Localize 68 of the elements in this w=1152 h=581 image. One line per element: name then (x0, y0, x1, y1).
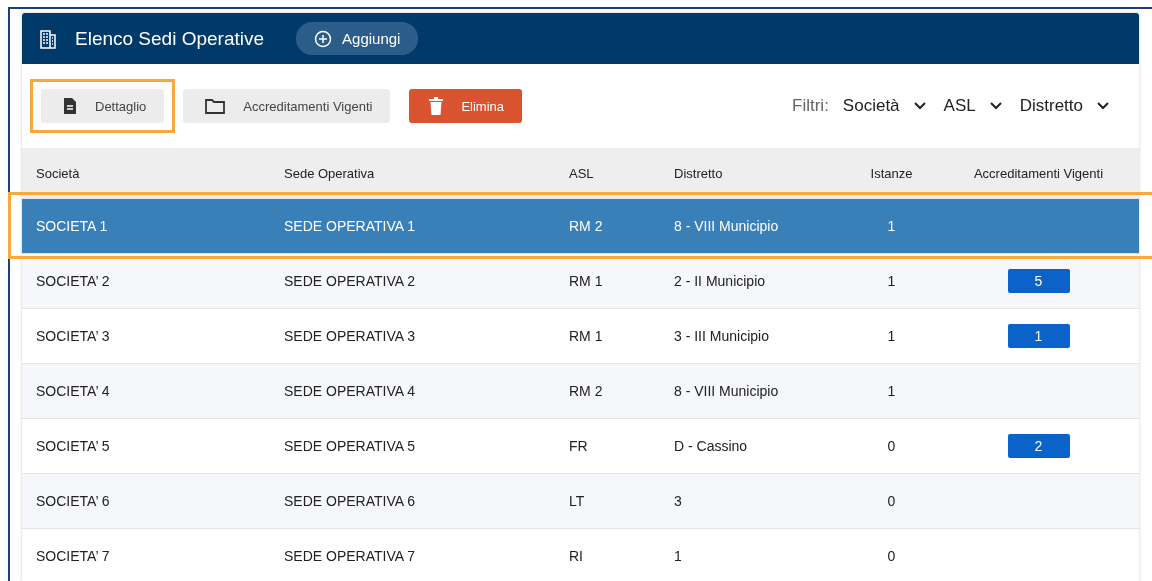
table-row[interactable]: SOCIETA’ 4 SEDE OPERATIVA 4 RM 2 8 - VIII Municipio 1 (22, 363, 1139, 418)
table-cell-text: SOCIETA’ 4 (36, 383, 111, 399)
table-cell-text: RM 2 (569, 383, 604, 399)
table-cell-text: 3 - III Municipio (674, 328, 770, 344)
table-cell-text: SEDE OPERATIVA 7 (284, 548, 416, 564)
table-cell-text: SOCIETA 1 (36, 218, 109, 234)
table-cell-text: SEDE OPERATIVA 5 (284, 438, 416, 454)
table-cell-text: SEDE OPERATIVA 2 (284, 273, 416, 289)
building-icon (39, 27, 57, 50)
table-cell-text: 3 (674, 493, 683, 509)
table-row[interactable]: SOCIETA’ 2 SEDE OPERATIVA 2 RM 1 2 - II Municipio 1 5 (22, 253, 1139, 308)
delete-button[interactable]: Elimina (409, 89, 523, 123)
table-cell-text: 8 - VIII Municipio (674, 218, 780, 234)
chevron-down-icon (913, 102, 926, 110)
table-cell-text: 8 - VIII Municipio (674, 383, 780, 399)
chevron-down-icon (989, 102, 1002, 110)
column-header: ASL (569, 165, 595, 181)
column-header: Distretto (674, 165, 724, 181)
table-cell-text: RM 2 (569, 218, 604, 234)
filters-label: Filtri: (792, 96, 829, 116)
count-badge: 5 (1007, 269, 1070, 293)
table-cell-text: 2 - II Municipio (674, 273, 767, 289)
table-cell-text: 0 (886, 548, 897, 564)
table-cell-text: RM 1 (569, 328, 604, 344)
filter-dropdown[interactable]: Società (842, 96, 926, 116)
table-cell-text: 1 (886, 383, 897, 399)
table-cell-text: 1 (886, 273, 897, 289)
page-title: Elenco Sedi Operative (75, 27, 265, 50)
table-cell-text: SEDE OPERATIVA 6 (284, 493, 416, 509)
column-header: Accreditamenti Vigenti (972, 165, 1105, 181)
count-badge: 1 (1007, 324, 1070, 348)
table-row[interactable]: SOCIETA’ 6 SEDE OPERATIVA 6 LT 3 0 (22, 473, 1139, 528)
table-cell-text: SEDE OPERATIVA 3 (284, 328, 416, 344)
table-cell-text: 0 (886, 438, 897, 454)
count-badge: 2 (1007, 434, 1070, 458)
column-header: Società (36, 165, 81, 181)
filter-dropdown[interactable]: ASL (943, 96, 1002, 116)
chevron-down-icon (1097, 102, 1109, 110)
add-button[interactable]: Aggiungi (296, 22, 419, 55)
filter-dropdown[interactable]: Distretto (1019, 96, 1109, 116)
table-cell-text: SOCIETA’ 2 (36, 273, 111, 289)
table-cell-text: 1 (886, 328, 897, 344)
table-cell-text: 1 (674, 548, 683, 564)
trash-icon (429, 97, 444, 115)
table-cell-text: D - Cassino (674, 438, 749, 454)
column-header: Sede Operativa (284, 165, 376, 181)
document-icon (63, 97, 77, 115)
plus-circle-icon (314, 29, 333, 48)
table-cell-text: SOCIETA’ 3 (36, 328, 111, 344)
table-row[interactable]: SOCIETA’ 3 SEDE OPERATIVA 3 RM 1 3 - III Municipio 1 1 (22, 308, 1139, 363)
folder-button[interactable]: Accreditamenti Vigenti (183, 89, 391, 123)
table-cell-text: 1 (886, 218, 897, 234)
table-cell-text: FR (569, 438, 589, 454)
table-row[interactable]: SOCIETA’ 7 SEDE OPERATIVA 7 RI 1 0 (22, 528, 1139, 581)
table-row[interactable]: SOCIETA’ 5 SEDE OPERATIVA 5 FR D - Cassino 0 2 (22, 418, 1139, 473)
table-cell-text: SEDE OPERATIVA 4 (284, 383, 416, 399)
column-header: Istanze (869, 165, 914, 181)
table-cell-text: LT (569, 493, 586, 509)
table-cell-text: RM 1 (569, 273, 604, 289)
folder-icon (205, 98, 226, 114)
table-cell-text: SOCIETA’ 6 (36, 493, 111, 509)
table-cell-text: RI (569, 548, 584, 564)
table-cell-text: SOCIETA’ 7 (36, 548, 111, 564)
detail-button[interactable]: Dettaglio (41, 89, 165, 123)
table-row[interactable]: SOCIETA 1 SEDE OPERATIVA 1 RM 2 8 - VIII Municipio 1 (22, 198, 1139, 253)
table-cell-text: SOCIETA’ 5 (36, 438, 111, 454)
table-cell-text: SEDE OPERATIVA 1 (284, 218, 416, 234)
table-cell-text: 0 (886, 493, 897, 509)
